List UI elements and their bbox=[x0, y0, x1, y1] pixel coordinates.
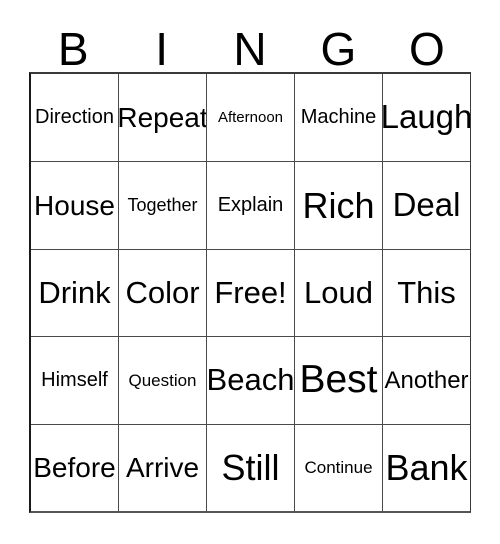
bingo-cell[interactable]: Bank bbox=[382, 423, 470, 512]
bingo-cell-label: This bbox=[397, 274, 456, 310]
bingo-cell-label: Continue bbox=[304, 457, 373, 477]
bingo-header-letter-n: N bbox=[233, 23, 267, 75]
bingo-header: B I N G O bbox=[29, 18, 471, 72]
bingo-cell-label: Direction bbox=[35, 106, 114, 129]
bingo-cell[interactable]: This bbox=[382, 248, 470, 337]
bingo-header-cell-o: O bbox=[383, 18, 471, 72]
bingo-cell-label: Color bbox=[125, 274, 200, 310]
bingo-cell-free-space[interactable]: Free! bbox=[206, 248, 294, 337]
bingo-row: Before Arrive Still Continue Bank bbox=[31, 423, 470, 512]
bingo-cell[interactable]: Rich bbox=[294, 161, 382, 249]
bingo-cell-label: House bbox=[34, 189, 115, 221]
bingo-cell[interactable]: House bbox=[31, 161, 118, 249]
bingo-cell[interactable]: Explain bbox=[206, 161, 294, 249]
bingo-cell-label: Himself bbox=[41, 368, 108, 391]
bingo-header-letter-o: O bbox=[408, 23, 445, 75]
bingo-cell-label: Free! bbox=[214, 274, 287, 310]
bingo-cell-label: Drink bbox=[38, 274, 111, 310]
bingo-header-cell-b: B bbox=[29, 18, 117, 72]
bingo-cell-label: Repeat bbox=[118, 102, 206, 133]
bingo-cell-label: Laugh bbox=[382, 98, 470, 136]
bingo-cell-label: Machine bbox=[300, 106, 377, 129]
bingo-cell[interactable]: Continue bbox=[294, 423, 382, 512]
bingo-cell[interactable]: Loud bbox=[294, 248, 382, 337]
bingo-row: Himself Question Beach Best Another bbox=[31, 336, 470, 424]
bingo-cell-label: Explain bbox=[217, 194, 284, 217]
bingo-header-letter-i: I bbox=[155, 23, 168, 75]
bingo-cell[interactable]: Afternoon bbox=[206, 74, 294, 162]
bingo-cell-label: Bank bbox=[385, 446, 468, 488]
bingo-cell-label: Beach bbox=[206, 362, 294, 398]
bingo-cell-label: Loud bbox=[304, 274, 373, 310]
bingo-row: Direction Repeat Afternoon Machine Laugh bbox=[31, 74, 470, 162]
bingo-cell-label: Afternoon bbox=[217, 108, 284, 126]
bingo-cell[interactable]: Deal bbox=[382, 161, 470, 249]
bingo-cell-label: Another bbox=[384, 366, 469, 394]
bingo-cell[interactable]: Best bbox=[294, 336, 382, 424]
bingo-row: House Together Explain Rich Deal bbox=[31, 161, 470, 249]
bingo-grid: Direction Repeat Afternoon Machine Laugh… bbox=[29, 72, 471, 513]
bingo-cell-label: Rich bbox=[302, 184, 375, 226]
bingo-cell-label: Still bbox=[221, 446, 280, 488]
bingo-cell[interactable]: Another bbox=[382, 336, 470, 424]
bingo-cell[interactable]: Together bbox=[118, 161, 206, 249]
bingo-cell[interactable]: Himself bbox=[31, 336, 118, 424]
bingo-header-letter-b: B bbox=[57, 23, 89, 75]
bingo-cell[interactable]: Drink bbox=[31, 248, 118, 337]
bingo-cell[interactable]: Still bbox=[206, 423, 294, 512]
bingo-card: B I N G O Direction Repeat Afternoon Mac… bbox=[0, 0, 500, 544]
bingo-cell[interactable]: Before bbox=[31, 423, 118, 512]
bingo-cell[interactable]: Direction bbox=[31, 74, 118, 162]
bingo-cell[interactable]: Repeat bbox=[118, 74, 206, 162]
bingo-cell-label: Arrive bbox=[125, 452, 200, 484]
bingo-cell-label: Question bbox=[128, 370, 197, 390]
bingo-header-cell-g: G bbox=[294, 18, 382, 72]
bingo-header-letter-g: G bbox=[320, 23, 357, 75]
bingo-cell[interactable]: Machine bbox=[294, 74, 382, 162]
bingo-cell-label: Deal bbox=[392, 186, 461, 224]
bingo-cell[interactable]: Color bbox=[118, 248, 206, 337]
bingo-cell-label: Before bbox=[33, 452, 116, 484]
bingo-cell[interactable]: Beach bbox=[206, 336, 294, 424]
bingo-header-cell-i: I bbox=[117, 18, 205, 72]
bingo-cell-label: Best bbox=[299, 357, 378, 401]
bingo-cell-label: Together bbox=[127, 195, 198, 216]
bingo-cell[interactable]: Question bbox=[118, 336, 206, 424]
bingo-cell[interactable]: Laugh bbox=[382, 74, 470, 162]
bingo-cell[interactable]: Arrive bbox=[118, 423, 206, 512]
bingo-row: Drink Color Free! Loud This bbox=[31, 248, 470, 337]
bingo-header-cell-n: N bbox=[206, 18, 294, 72]
